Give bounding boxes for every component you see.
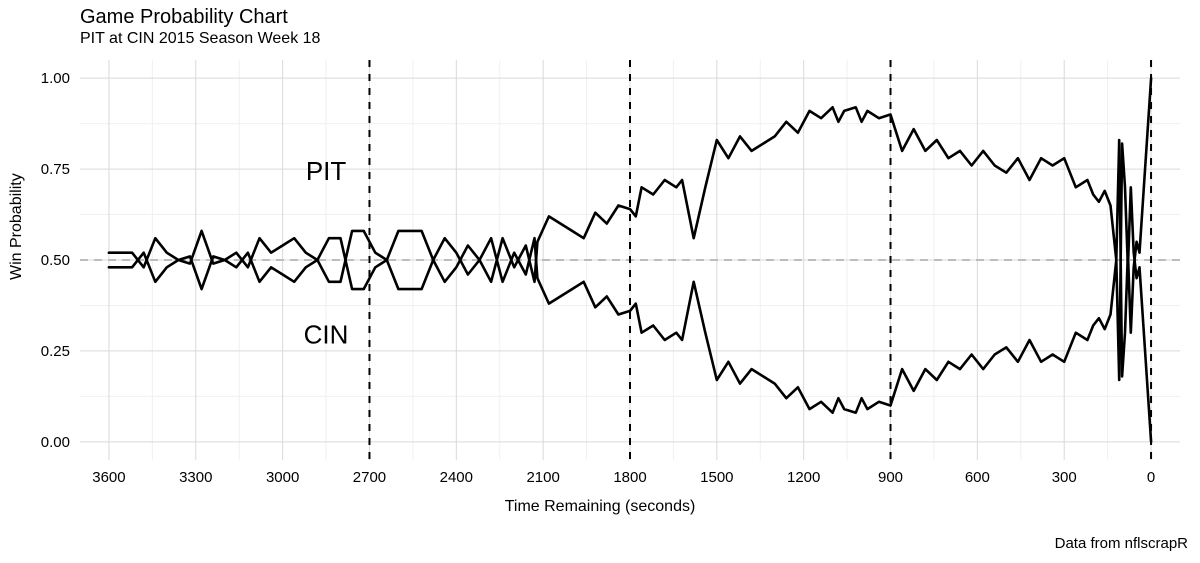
x-tick-label: 1800 xyxy=(613,469,646,486)
x-tick-label: 300 xyxy=(1052,469,1077,486)
y-tick-label: 1.00 xyxy=(41,70,70,87)
y-tick-label: 0.75 xyxy=(41,161,70,178)
x-tick-label: 900 xyxy=(878,469,903,486)
x-tick-label: 2100 xyxy=(526,469,559,486)
x-tick-label: 600 xyxy=(965,469,990,486)
x-tick-label: 3600 xyxy=(92,469,125,486)
annotation-cin: CIN xyxy=(304,320,349,350)
x-tick-label: 3000 xyxy=(266,469,299,486)
x-tick-label: 1500 xyxy=(700,469,733,486)
chart-svg: PITCIN0.000.250.500.751.0036003300300027… xyxy=(80,60,1180,520)
annotation-pit: PIT xyxy=(306,156,347,186)
plot-area: PITCIN0.000.250.500.751.0036003300300027… xyxy=(80,60,1180,460)
chart-title: Game Probability Chart xyxy=(80,6,288,29)
chart-subtitle: PIT at CIN 2015 Season Week 18 xyxy=(80,30,320,48)
x-tick-label: 0 xyxy=(1147,469,1155,486)
y-tick-label: 0.00 xyxy=(41,434,70,451)
chart-container: Game Probability Chart PIT at CIN 2015 S… xyxy=(0,0,1200,563)
y-axis-label: Win Probability xyxy=(8,173,26,280)
x-tick-label: 3300 xyxy=(179,469,212,486)
chart-caption: Data from nflscrapR xyxy=(1055,535,1188,552)
x-tick-label: 1200 xyxy=(787,469,820,486)
y-tick-label: 0.50 xyxy=(41,252,70,269)
x-tick-label: 2400 xyxy=(440,469,473,486)
x-tick-label: 2700 xyxy=(353,469,386,486)
y-tick-label: 0.25 xyxy=(41,343,70,360)
